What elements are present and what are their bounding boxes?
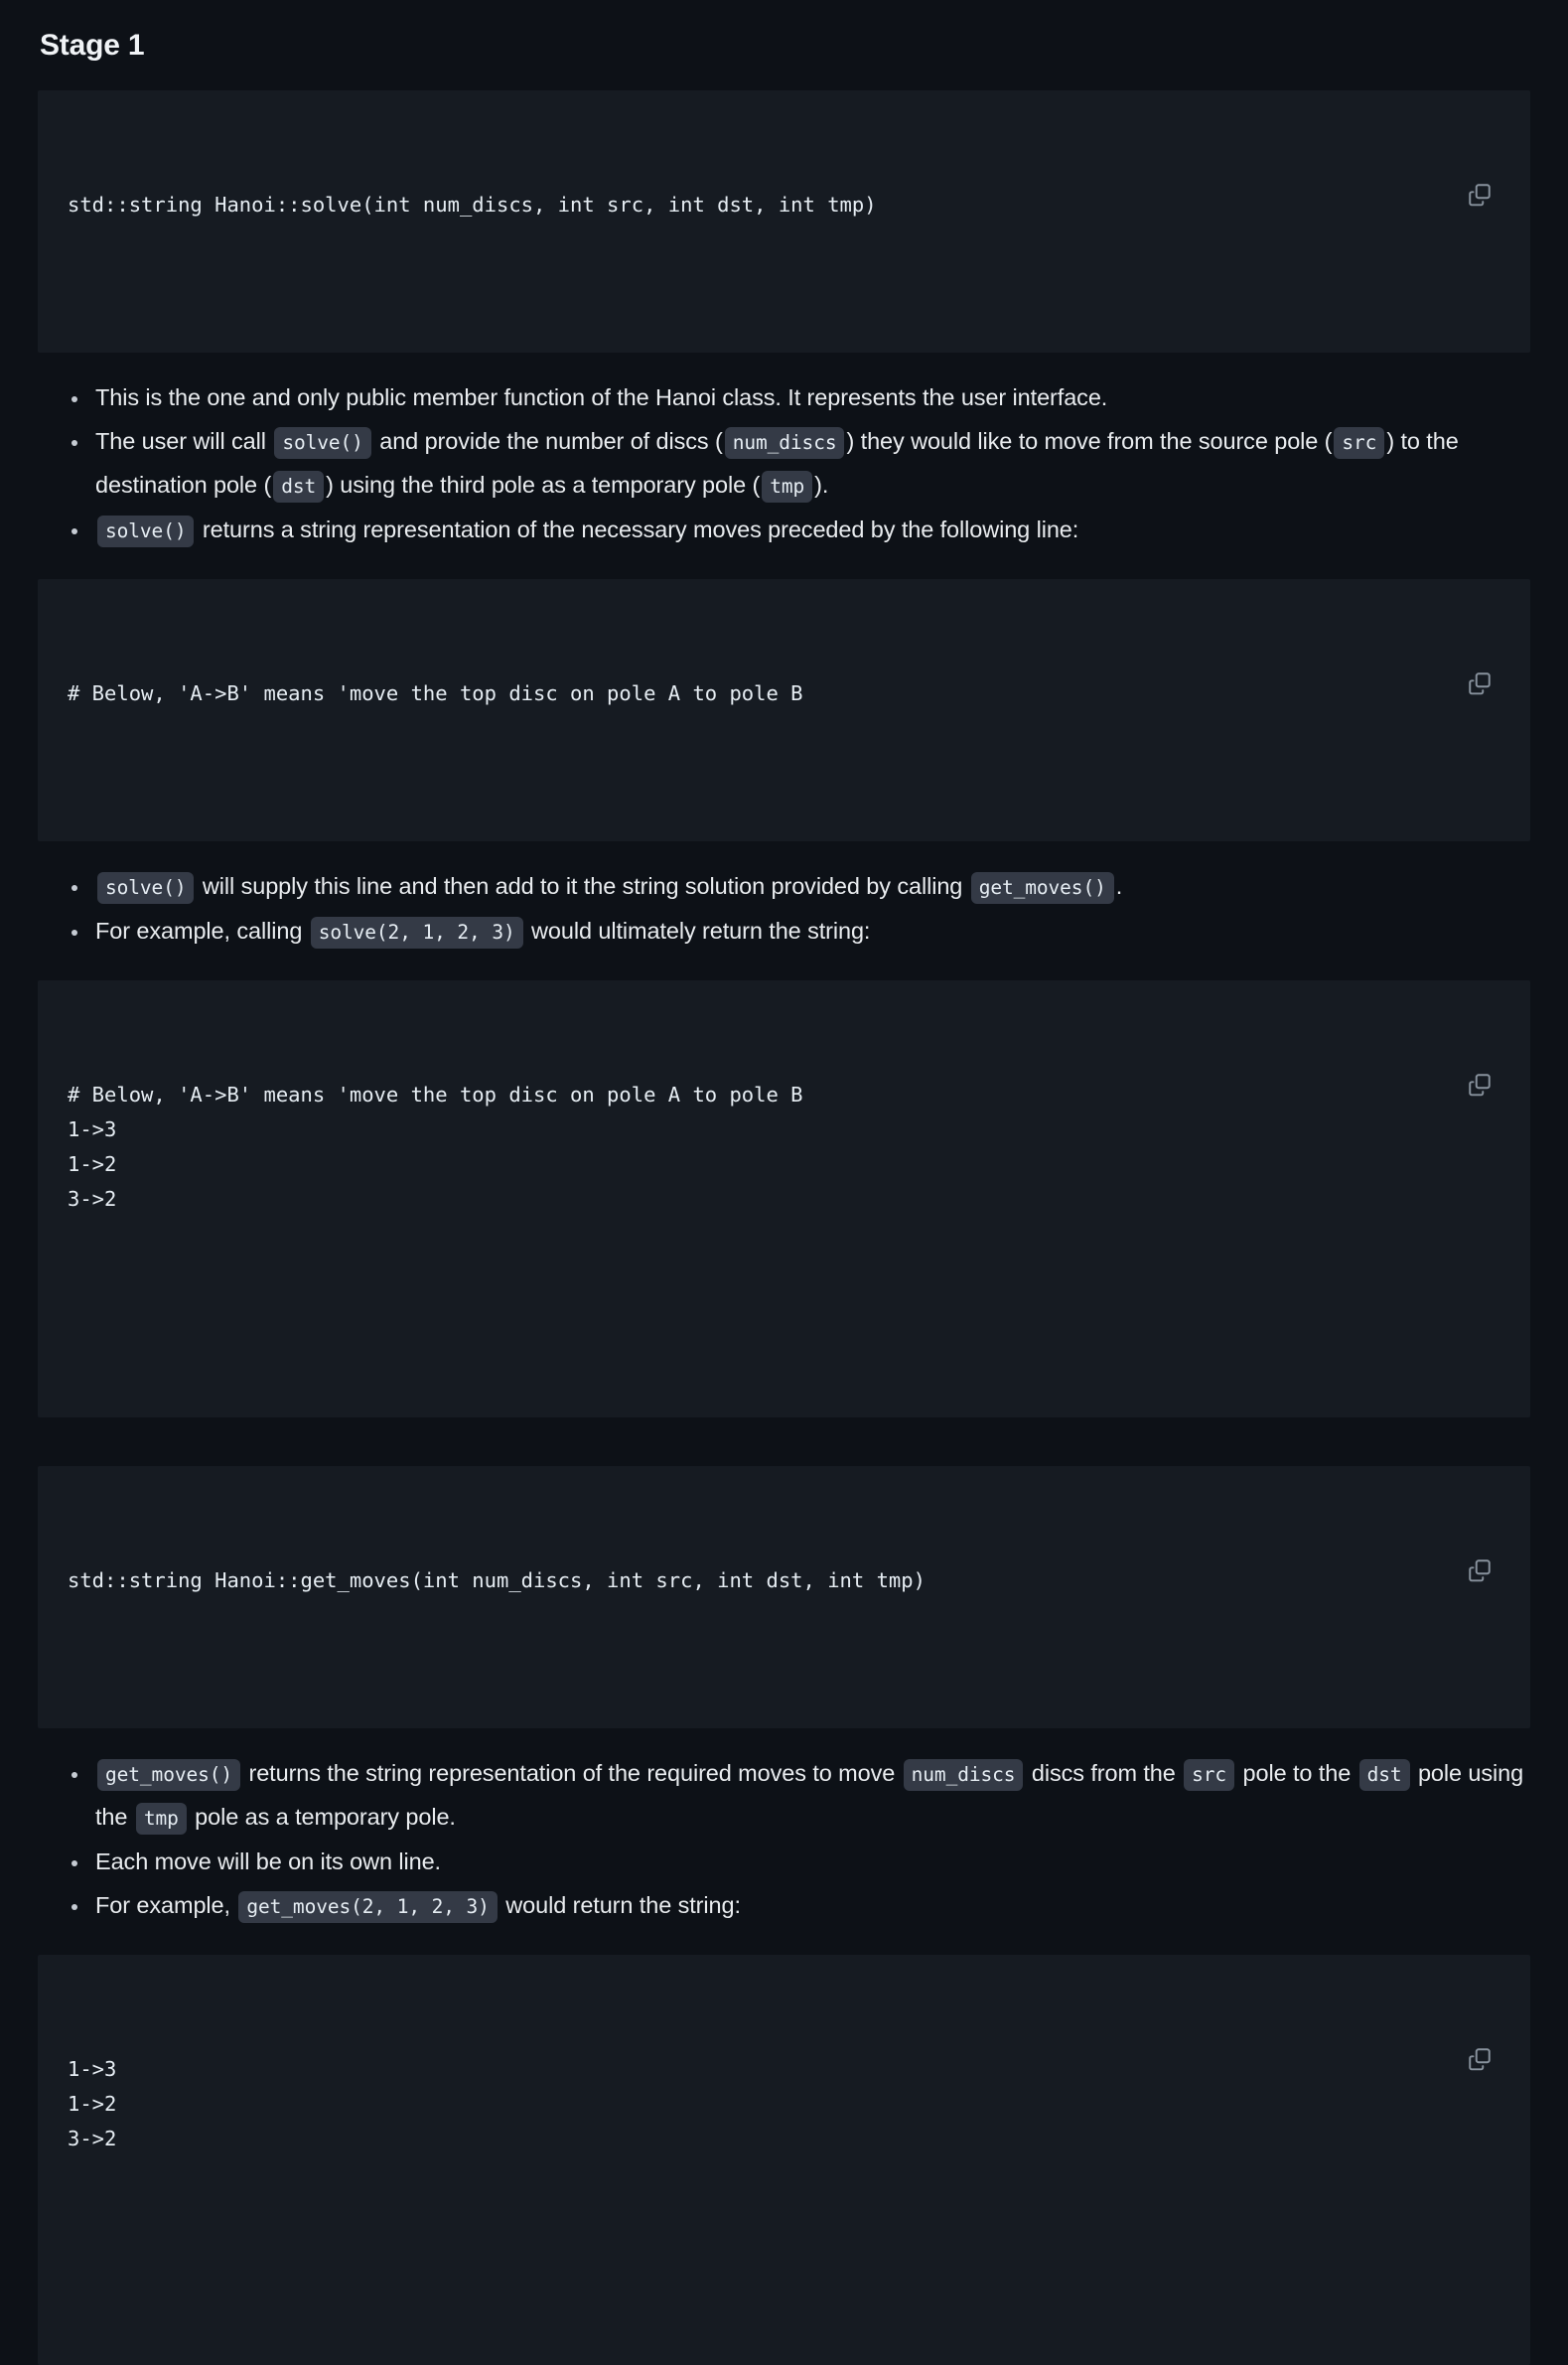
inline-code: get_moves() — [970, 872, 1114, 904]
list-item: This is the one and only public member f… — [38, 376, 1530, 419]
code-block-get-moves-signature: std::string Hanoi::get_moves(int num_dis… — [38, 1466, 1530, 1728]
code-line: 3->2 — [68, 1187, 117, 1211]
inline-code: src — [1334, 427, 1385, 459]
inline-code: solve() — [274, 427, 371, 459]
list-item: solve() will supply this line and then a… — [38, 865, 1530, 909]
code-content: 1->3 1->2 3->2 — [68, 2052, 1500, 2156]
bullet-list-get-moves-description: get_moves() returns the string represent… — [38, 1728, 1530, 1928]
inline-code: get_moves(2, 1, 2, 3) — [238, 1891, 498, 1923]
code-line: 3->2 — [68, 2127, 117, 2150]
page-title: Stage 1 — [40, 29, 145, 62]
inline-code: num_discs — [903, 1759, 1024, 1791]
list-item: get_moves() returns the string represent… — [38, 1752, 1530, 1840]
code-block-solve-header-line: # Below, 'A->B' means 'move the top disc… — [38, 579, 1530, 841]
inline-code: tmp — [762, 471, 813, 503]
inline-code: solve() — [97, 516, 195, 547]
inline-code: solve(2, 1, 2, 3) — [310, 917, 523, 949]
code-line: std::string Hanoi::solve(int num_discs, … — [68, 193, 877, 217]
inline-code: solve() — [97, 872, 195, 904]
code-line: # Below, 'A->B' means 'move the top disc… — [68, 1083, 803, 1107]
copy-icon[interactable] — [1467, 1002, 1493, 1097]
bullet-list-solve-example: solve() will supply this line and then a… — [38, 841, 1530, 954]
code-block-get-moves-example-output: 1->3 1->2 3->2 — [38, 1955, 1530, 2365]
code-line: 1->2 — [68, 1152, 117, 1176]
code-content: std::string Hanoi::solve(int num_discs, … — [68, 188, 1500, 222]
code-line: # Below, 'A->B' means 'move the top disc… — [68, 681, 803, 705]
list-item: The user will call solve() and provide t… — [38, 420, 1530, 508]
code-content: std::string Hanoi::get_moves(int num_dis… — [68, 1563, 1500, 1598]
code-line: 1->3 — [68, 1117, 117, 1141]
code-line: 1->2 — [68, 2092, 117, 2116]
copy-icon[interactable] — [1467, 1488, 1493, 1582]
code-line: std::string Hanoi::get_moves(int num_dis… — [68, 1568, 926, 1592]
inline-code: dst — [273, 471, 325, 503]
copy-icon[interactable] — [1467, 601, 1493, 695]
code-content: # Below, 'A->B' means 'move the top disc… — [68, 676, 1500, 711]
code-block-solve-example-output: # Below, 'A->B' means 'move the top disc… — [38, 980, 1530, 1417]
code-block-solve-signature: std::string Hanoi::solve(int num_discs, … — [38, 90, 1530, 353]
inline-code: src — [1184, 1759, 1235, 1791]
list-item: solve() returns a string representation … — [38, 509, 1530, 552]
bullet-list-solve-description: This is the one and only public member f… — [38, 353, 1530, 552]
code-content: # Below, 'A->B' means 'move the top disc… — [68, 1078, 1500, 1217]
inline-code: num_discs — [724, 427, 845, 459]
list-item: For example, get_moves(2, 1, 2, 3) would… — [38, 1884, 1530, 1928]
inline-code: dst — [1358, 1759, 1410, 1791]
list-item: Each move will be on its own line. — [38, 1841, 1530, 1883]
copy-icon[interactable] — [1467, 112, 1493, 207]
list-item: For example, calling solve(2, 1, 2, 3) w… — [38, 910, 1530, 954]
copy-icon[interactable] — [1467, 1977, 1493, 2071]
stage-document: Stage 1 std::string Hanoi::solve(int num… — [0, 0, 1568, 2365]
inline-code: tmp — [135, 1803, 187, 1835]
inline-code: get_moves() — [97, 1759, 241, 1791]
code-line: 1->3 — [68, 2057, 117, 2081]
